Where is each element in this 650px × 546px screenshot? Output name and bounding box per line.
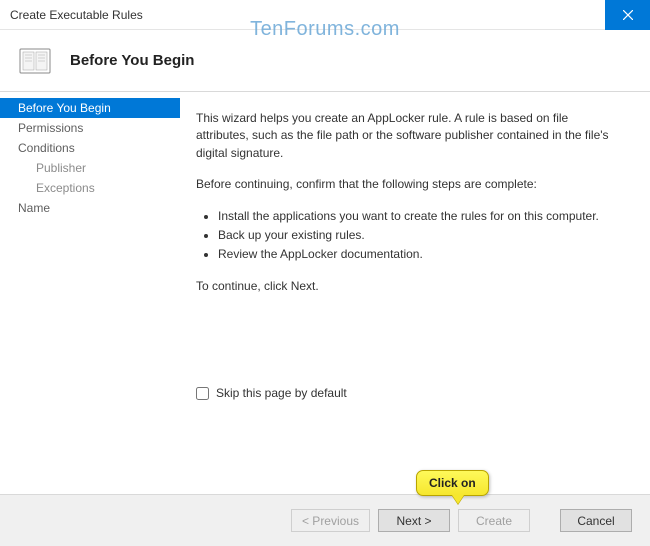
close-icon	[623, 10, 633, 20]
nav-item-conditions[interactable]: Conditions	[0, 138, 180, 158]
step-item: Install the applications you want to cre…	[218, 208, 620, 225]
nav-item-publisher[interactable]: Publisher	[0, 158, 180, 178]
nav-item-permissions[interactable]: Permissions	[0, 118, 180, 138]
close-button[interactable]	[605, 0, 650, 30]
step-item: Review the AppLocker documentation.	[218, 246, 620, 263]
callout-annotation: Click on	[416, 470, 489, 496]
document-icon	[18, 44, 52, 78]
confirm-text: Before continuing, confirm that the foll…	[196, 176, 620, 193]
next-button[interactable]: Next >	[378, 509, 450, 532]
title-bar: Create Executable Rules	[0, 0, 650, 30]
continue-text: To continue, click Next.	[196, 278, 620, 295]
window-title: Create Executable Rules	[10, 8, 143, 22]
wizard-header: Before You Begin	[0, 30, 650, 92]
nav-item-name[interactable]: Name	[0, 198, 180, 218]
cancel-button[interactable]: Cancel	[560, 509, 632, 532]
wizard-nav: Before You BeginPermissionsConditionsPub…	[0, 92, 180, 494]
steps-list: Install the applications you want to cre…	[218, 208, 620, 264]
nav-item-before-you-begin[interactable]: Before You Begin	[0, 98, 180, 118]
skip-checkbox-row[interactable]: Skip this page by default	[196, 385, 620, 402]
wizard-content: This wizard helps you create an AppLocke…	[180, 92, 650, 494]
skip-label: Skip this page by default	[216, 385, 347, 402]
nav-item-exceptions[interactable]: Exceptions	[0, 178, 180, 198]
create-button: Create	[458, 509, 530, 532]
skip-checkbox[interactable]	[196, 387, 209, 400]
page-title: Before You Begin	[70, 52, 194, 69]
wizard-footer: < Previous Next > Create Cancel	[0, 494, 650, 546]
intro-text: This wizard helps you create an AppLocke…	[196, 110, 620, 162]
wizard-body: Before You BeginPermissionsConditionsPub…	[0, 92, 650, 494]
previous-button: < Previous	[291, 509, 370, 532]
step-item: Back up your existing rules.	[218, 227, 620, 244]
